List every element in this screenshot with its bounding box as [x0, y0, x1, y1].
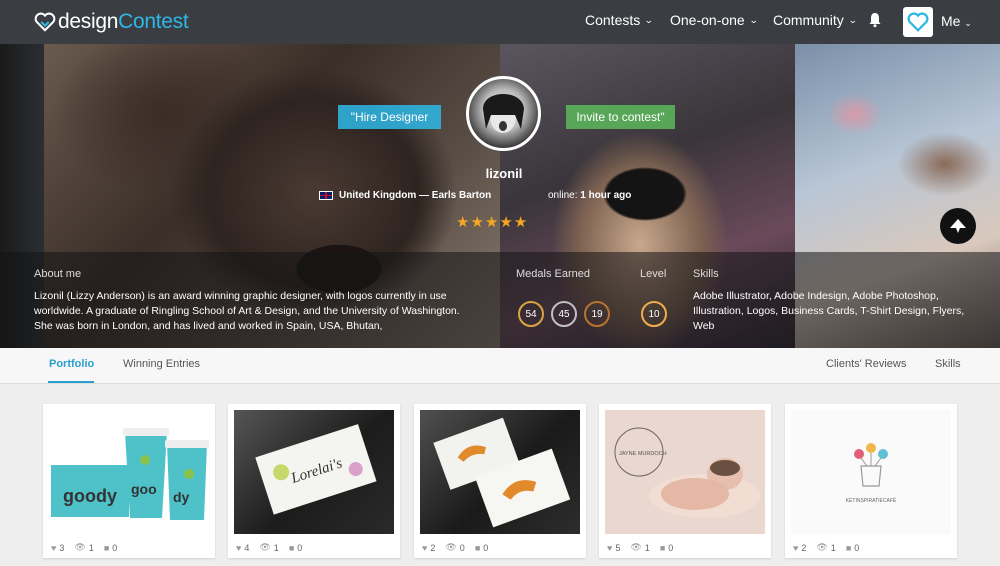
comment-icon: ■: [474, 542, 481, 553]
card-stats: ♥ 4 👁 1 ■ 0: [236, 542, 303, 553]
heart-icon: ♥: [793, 542, 799, 553]
goody-cups-image: goody goo dy: [51, 428, 209, 520]
about-text: Lizonil (Lizzy Anderson) is an award win…: [34, 290, 460, 332]
nav-contests[interactable]: Contests ⌄: [585, 12, 654, 28]
star-icon: ★: [470, 214, 484, 231]
level-badge: 10: [641, 301, 667, 327]
logo[interactable]: designContest: [34, 8, 189, 36]
megaphone-button[interactable]: [940, 208, 976, 244]
heart-icon: ♥: [236, 542, 242, 553]
portfolio-thumbnail[interactable]: Lorelai's: [234, 410, 394, 534]
star-icon: ★: [499, 214, 513, 231]
svg-text:KÉTINSPIRATIECAFÉ: KÉTINSPIRATIECAFÉ: [846, 497, 897, 504]
medal-gold: 54: [518, 301, 544, 327]
comment-icon: ■: [659, 542, 666, 553]
profile-photo-icon: [483, 94, 524, 133]
eye-icon: 👁: [445, 542, 457, 552]
eye-icon: 👁: [74, 542, 86, 552]
cafe-logo-image: KÉTINSPIRATIECAFÉ: [846, 443, 897, 504]
logo-heart-icon: [907, 12, 929, 32]
nav-one-on-one[interactable]: One-on-one ⌄: [670, 12, 759, 28]
tab-clients-reviews[interactable]: Clients' Reviews: [826, 358, 906, 370]
baby-photo-image: JAYNE MURDOCH: [614, 427, 761, 518]
chevron-down-icon: ⌄: [644, 14, 654, 25]
portfolio-thumbnail[interactable]: [420, 410, 580, 534]
profile-username: lizonil: [485, 166, 523, 181]
star-icon: ★: [456, 214, 470, 231]
portfolio-card[interactable]: ♥ 2 👁 0 ■ 0: [414, 404, 586, 558]
heart-icon: ♥: [422, 542, 428, 553]
svg-text:dy: dy: [173, 489, 190, 505]
about-label: About me: [34, 268, 82, 280]
logo-text: designContest: [58, 10, 189, 33]
portfolio-thumbnail[interactable]: KÉTINSPIRATIECAFÉ: [791, 410, 951, 534]
heart-icon: ♥: [607, 542, 613, 553]
comment-icon: ■: [103, 542, 110, 553]
comment-icon: ■: [288, 542, 295, 553]
bird-cards-image: [433, 417, 571, 528]
tab-portfolio[interactable]: Portfolio: [49, 358, 94, 370]
tab-winning-entries[interactable]: Winning Entries: [123, 358, 200, 370]
profile-hero: "Hire Designer Invite to contest" lizoni…: [0, 44, 1000, 348]
level-label: Level: [640, 268, 667, 280]
chevron-down-icon: ⌄: [748, 14, 759, 25]
card-stats: ♥ 3 👁 1 ■ 0: [51, 542, 118, 553]
profile-tabs: Portfolio Winning Entries Clients' Revie…: [0, 348, 1000, 384]
eye-icon: 👁: [816, 542, 828, 552]
svg-text:JAYNE MURDOCH: JAYNE MURDOCH: [619, 451, 667, 457]
megaphone-icon: [950, 219, 966, 233]
portfolio-thumbnail[interactable]: goody goo dy: [49, 410, 209, 534]
eye-icon: 👁: [630, 542, 642, 552]
skills-text: Adobe Illustrator, Adobe Indesign, Adobe…: [693, 290, 965, 332]
portfolio-card[interactable]: Lorelai's ♥ 4 👁 1 ■ 0: [228, 404, 400, 558]
medals-label: Medals Earned: [516, 268, 590, 280]
bell-icon[interactable]: [868, 12, 882, 28]
svg-text:goo: goo: [131, 481, 157, 497]
chevron-down-icon: ⌄: [964, 18, 972, 28]
star-icon: ★: [484, 214, 499, 231]
chevron-down-icon: ⌄: [847, 14, 858, 25]
rating-stars: ★ ★ ★ ★ ★: [456, 213, 528, 231]
avatar[interactable]: [903, 7, 933, 37]
skills-label: Skills: [693, 268, 719, 280]
card-stats: ♥ 5 👁 1 ■ 0: [607, 542, 674, 553]
portfolio-card[interactable]: goody goo dy ♥ 3 👁 1 ■ 0: [43, 404, 215, 558]
card-stats: ♥ 2 👁 0 ■ 0: [422, 542, 489, 553]
portfolio-card[interactable]: KÉTINSPIRATIECAFÉ ♥ 2 👁 1 ■ 0: [785, 404, 957, 558]
medal-bronze: 19: [584, 301, 610, 327]
eye-icon: 👁: [259, 542, 271, 552]
uk-flag-icon: [319, 191, 333, 200]
lorelais-card-image: Lorelai's: [255, 424, 377, 515]
svg-text:goody: goody: [63, 486, 117, 506]
me-menu[interactable]: Me ⌄: [941, 13, 972, 29]
invite-to-contest-button[interactable]: Invite to contest": [566, 105, 675, 129]
heart-icon: ♥: [51, 542, 57, 553]
online-status: online: 1 hour ago: [548, 190, 632, 201]
portfolio-card[interactable]: JAYNE MURDOCH ♥ 5 👁 1 ■ 0: [599, 404, 771, 558]
tab-skills[interactable]: Skills: [935, 358, 961, 370]
medal-silver: 45: [551, 301, 577, 327]
active-tab-indicator: [48, 381, 94, 383]
nav-community[interactable]: Community ⌄: [773, 12, 858, 28]
profile-avatar: [466, 76, 541, 151]
logo-heart-icon: [34, 12, 56, 32]
hire-designer-button[interactable]: "Hire Designer: [338, 105, 441, 129]
card-stats: ♥ 2 👁 1 ■ 0: [793, 542, 860, 553]
top-nav: designContest Contests ⌄ One-on-one ⌄ Comm…: [0, 0, 1000, 44]
portfolio-thumbnail[interactable]: JAYNE MURDOCH: [605, 410, 765, 534]
profile-location: United Kingdom — Earls Barton: [319, 190, 491, 201]
star-icon: ★: [513, 214, 528, 231]
comment-icon: ■: [845, 542, 852, 553]
